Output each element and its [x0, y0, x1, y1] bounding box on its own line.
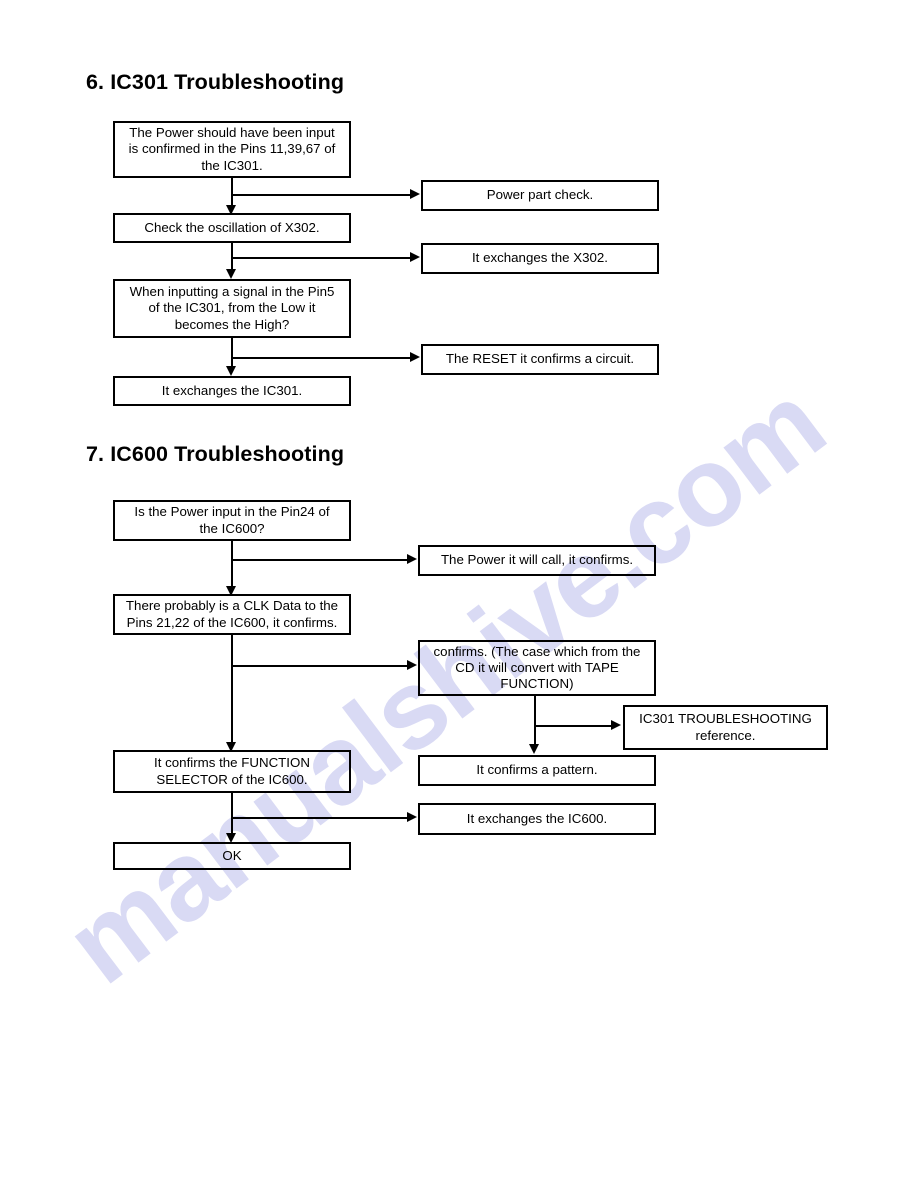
flow-box-confirms-a-pattern: It confirms a pattern. [418, 755, 656, 786]
flow-box-power-part-check: Power part check. [421, 180, 659, 211]
connector-vertical [231, 338, 234, 368]
connector-horizontal [231, 257, 413, 260]
flow-box-exchange-ic301: It exchanges the IC301. [113, 376, 351, 406]
flow-box-ok: OK [113, 842, 351, 870]
connector-horizontal [231, 817, 410, 820]
flow-box-check-oscillation-x302: Check the oscillation of X302. [113, 213, 351, 243]
connector-horizontal [534, 725, 614, 728]
flow-box-confirm-function-selector: It confirms the FUNCTION SELECTOR of the… [113, 750, 351, 793]
flow-box-power-input-confirm: The Power should have been input is conf… [113, 121, 351, 178]
flow-box-text: The Power it will call, it confirms. [440, 552, 634, 568]
flow-box-text: It confirms a pattern. [476, 762, 598, 778]
connector-vertical [231, 793, 234, 836]
flow-box-text: Power part check. [486, 187, 594, 203]
connector-vertical [231, 541, 234, 589]
connector-horizontal [231, 194, 413, 197]
flow-box-pin5-low-to-high: When inputting a signal in the Pin5 of t… [113, 279, 351, 338]
connector-arrowhead-down [529, 744, 539, 754]
connector-vertical [534, 696, 537, 746]
connector-arrowhead-down [226, 269, 236, 279]
connector-arrowhead-right [410, 352, 420, 362]
flow-box-clk-data-pins-21-22: There probably is a CLK Data to the Pins… [113, 594, 351, 635]
flow-box-text: It exchanges the X302. [471, 250, 609, 266]
connector-arrowhead-right [407, 554, 417, 564]
section-heading-ic301: 6. IC301 Troubleshooting [86, 70, 345, 94]
section-heading-ic600: 7. IC600 Troubleshooting [86, 442, 345, 466]
connector-arrowhead-right [410, 189, 420, 199]
flow-box-text: Is the Power input in the Pin24 of the I… [134, 504, 330, 536]
connector-arrowhead-right [611, 720, 621, 730]
flow-box-text: Check the oscillation of X302. [144, 219, 320, 235]
connector-vertical [231, 635, 234, 745]
flow-box-text: It exchanges the IC600. [466, 810, 608, 826]
connector-arrowhead-right [410, 252, 420, 262]
connector-arrowhead-right [407, 812, 417, 822]
flow-box-ic301-troubleshooting-reference: IC301 TROUBLESHOOTING reference. [623, 705, 828, 750]
connector-vertical [231, 178, 234, 207]
flow-box-text: IC301 TROUBLESHOOTING reference. [639, 711, 812, 743]
flow-box-exchange-ic600: It exchanges the IC600. [418, 803, 656, 835]
flow-box-text: It exchanges the IC301. [161, 382, 303, 398]
document-page: manualshive.com 6. IC301 Troubleshooting… [0, 0, 914, 1190]
flow-box-text: OK [222, 847, 242, 863]
flow-box-text: confirms. (The case which from the CD it… [433, 643, 641, 692]
flow-box-text: The Power should have been input is conf… [128, 125, 336, 173]
connector-arrowhead-right [407, 660, 417, 670]
flow-box-text: There probably is a CLK Data to the Pins… [125, 598, 339, 630]
flow-box-exchange-x302: It exchanges the X302. [421, 243, 659, 274]
flow-box-confirms-tape-function: confirms. (The case which from the CD it… [418, 640, 656, 696]
flow-box-power-will-call-confirms: The Power it will call, it confirms. [418, 545, 656, 576]
flow-box-text: The RESET it confirms a circuit. [445, 351, 635, 367]
connector-horizontal [231, 559, 410, 562]
flow-box-text: It confirms the FUNCTION SELECTOR of the… [154, 755, 310, 787]
connector-arrowhead-down [226, 366, 236, 376]
connector-horizontal [231, 665, 410, 668]
connector-horizontal [231, 357, 413, 360]
flow-box-text: When inputting a signal in the Pin5 of t… [129, 284, 335, 332]
flow-box-power-input-pin24: Is the Power input in the Pin24 of the I… [113, 500, 351, 541]
flow-box-reset-confirm-circuit: The RESET it confirms a circuit. [421, 344, 659, 375]
